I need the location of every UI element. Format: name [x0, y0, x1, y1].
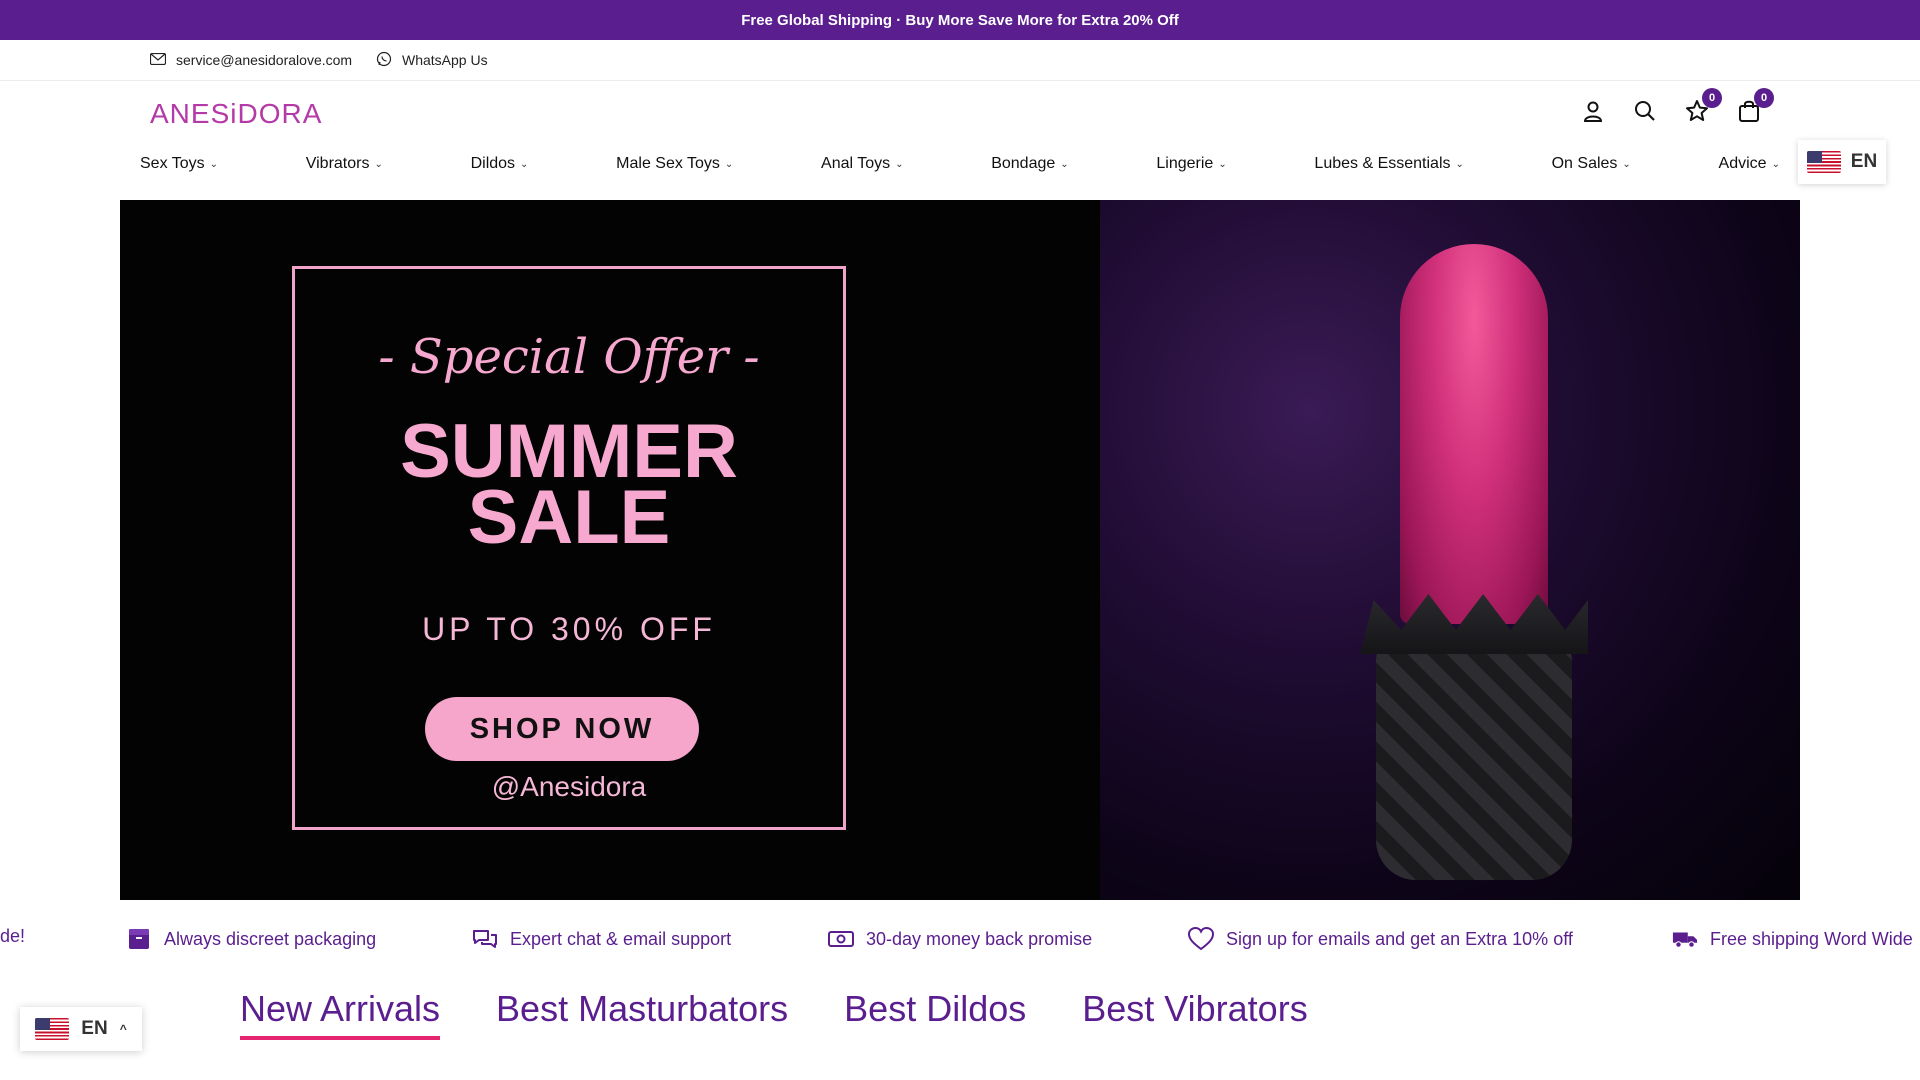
promo-frame: - Special Offer - SUMMER SALE UP TO 30% … — [292, 266, 846, 830]
benefit-label[interactable]: Sign up for emails and get an Extra 10% … — [1226, 929, 1573, 950]
product-base — [1376, 640, 1572, 880]
user-icon — [1583, 101, 1603, 122]
nav-label: Dildos — [470, 155, 516, 172]
benefit-item: Sign up for emails and get an Extra 10% … — [1188, 926, 1573, 952]
language-switcher-top[interactable]: EN — [1798, 140, 1886, 184]
brand-logo[interactable]: ANESiDORA — [150, 98, 322, 130]
whatsapp-icon — [376, 51, 392, 70]
language-code: EN — [1850, 151, 1878, 172]
announcement-bar: Free Global Shipping · Buy More Save Mor… — [0, 0, 1920, 40]
chevron-down-icon: ⌄ — [520, 158, 529, 170]
benefit-label: Always discreet packaging — [164, 928, 377, 949]
nav-item-on-sales[interactable]: On Sales ⌄ — [1552, 155, 1631, 173]
benefit-label: Free shipping Word Wide — [1710, 928, 1913, 949]
chevron-down-icon: ⌄ — [1622, 158, 1631, 170]
hero-banner[interactable]: - Special Offer - SUMMER SALE UP TO 30% … — [120, 200, 1800, 900]
language-code: EN — [81, 1018, 108, 1039]
nav-item-anal-toys[interactable]: Anal Toys ⌄ — [821, 155, 903, 173]
nav-label: Lingerie — [1156, 155, 1214, 172]
language-switcher-bottom[interactable]: EN ^ — [20, 1007, 142, 1051]
tab-best-vibrators[interactable]: Best Vibrators — [1082, 988, 1307, 1040]
nav-item-bondage[interactable]: Bondage ⌄ — [991, 155, 1068, 173]
benefit-item: Always discreet packaging — [126, 926, 376, 952]
tab-new-arrivals[interactable]: New Arrivals — [240, 988, 441, 1040]
shop-now-button[interactable]: SHOP NOW — [425, 697, 699, 761]
chevron-down-icon: ⌄ — [209, 158, 219, 170]
nav-label: Anal Toys — [821, 155, 891, 172]
cart-count-badge: 0 — [1754, 88, 1774, 108]
benefit-item: de! — [0, 926, 25, 947]
heart-icon — [1188, 926, 1214, 952]
header-actions: 0 0 — [1580, 88, 1774, 124]
nav-label: On Sales — [1551, 155, 1618, 172]
account-button[interactable] — [1580, 98, 1606, 124]
nav-item-advice[interactable]: Advice ⌄ — [1719, 155, 1780, 173]
nav-item-dildos[interactable]: Dildos ⌄ — [471, 155, 529, 173]
chevron-down-icon: ⌄ — [1771, 158, 1780, 170]
sale-headline: SUMMER SALE — [295, 414, 843, 560]
us-flag-icon — [1806, 151, 1841, 173]
benefit-label: 30-day money back promise — [866, 928, 1093, 949]
contact-bar: service@anesidoralove.com WhatsApp Us — [0, 40, 1920, 81]
announcement-text: Free Global Shipping · Buy More Save Mor… — [741, 11, 1179, 29]
whatsapp-link[interactable]: WhatsApp Us — [376, 51, 488, 70]
search-icon — [1635, 101, 1655, 121]
nav-label: Lubes & Essentials — [1314, 155, 1451, 172]
benefit-item: Free shipping Word Wide — [1672, 926, 1913, 952]
discount-text: UP TO 30% OFF — [422, 611, 716, 647]
chevron-up-icon: ^ — [119, 1022, 127, 1036]
nav-item-male-sex-toys[interactable]: Male Sex Toys ⌄ — [616, 155, 733, 173]
product-tabs: New Arrivals Best Masturbators Best Dild… — [240, 988, 1308, 1040]
benefit-label: de! — [0, 926, 26, 946]
hero-promo-panel: - Special Offer - SUMMER SALE UP TO 30% … — [120, 200, 1100, 900]
search-button[interactable] — [1632, 98, 1658, 124]
nav-item-vibrators[interactable]: Vibrators ⌄ — [306, 155, 383, 173]
brand-handle: @Anesidora — [491, 771, 647, 802]
chevron-down-icon: ⌄ — [1455, 158, 1464, 170]
chevron-down-icon: ⌄ — [1060, 158, 1069, 170]
money-icon — [828, 926, 854, 952]
nav-label: Sex Toys — [140, 155, 205, 172]
tab-best-dildos[interactable]: Best Dildos — [844, 988, 1026, 1040]
chevron-down-icon: ⌄ — [1218, 158, 1227, 170]
cart-button[interactable]: 0 — [1736, 88, 1774, 124]
box-icon — [126, 926, 152, 952]
email-link[interactable]: service@anesidoralove.com — [149, 52, 353, 68]
chat-icon — [472, 926, 498, 952]
email-text: service@anesidoralove.com — [176, 52, 353, 68]
product-image — [1354, 244, 1594, 884]
envelope-icon — [149, 52, 167, 68]
truck-icon — [1672, 926, 1698, 952]
product-tip — [1400, 244, 1548, 624]
hero-product-image — [1100, 200, 1800, 900]
benefit-item: Expert chat & email support — [472, 926, 731, 952]
nav-label: Male Sex Toys — [616, 155, 720, 172]
chevron-down-icon: ⌄ — [895, 158, 904, 170]
benefits-ticker: de! Always discreet packaging Expert cha… — [0, 926, 1920, 958]
nav-label: Bondage — [991, 155, 1056, 172]
nav-label: Advice — [1718, 155, 1767, 172]
wishlist-count-badge: 0 — [1702, 88, 1722, 108]
tab-best-masturbators[interactable]: Best Masturbators — [496, 988, 788, 1040]
us-flag-icon — [35, 1018, 70, 1040]
whatsapp-text: WhatsApp Us — [402, 52, 488, 68]
chevron-down-icon: ⌄ — [724, 158, 734, 170]
special-offer-text: - Special Offer - — [378, 329, 760, 385]
main-nav: Sex Toys ⌄ Vibrators ⌄ Dildos ⌄ Male Sex To… — [140, 150, 1780, 178]
chevron-down-icon: ⌄ — [374, 158, 383, 170]
benefit-item: 30-day money back promise — [828, 926, 1092, 952]
nav-item-lingerie[interactable]: Lingerie ⌄ — [1156, 155, 1226, 173]
nav-label: Vibrators — [305, 155, 370, 172]
wishlist-button[interactable]: 0 — [1684, 88, 1722, 124]
benefit-label: Expert chat & email support — [510, 928, 732, 949]
headline-line-2: SALE — [467, 475, 671, 560]
nav-item-lubes-essentials[interactable]: Lubes & Essentials ⌄ — [1314, 155, 1463, 173]
nav-item-sex-toys[interactable]: Sex Toys ⌄ — [140, 155, 218, 173]
